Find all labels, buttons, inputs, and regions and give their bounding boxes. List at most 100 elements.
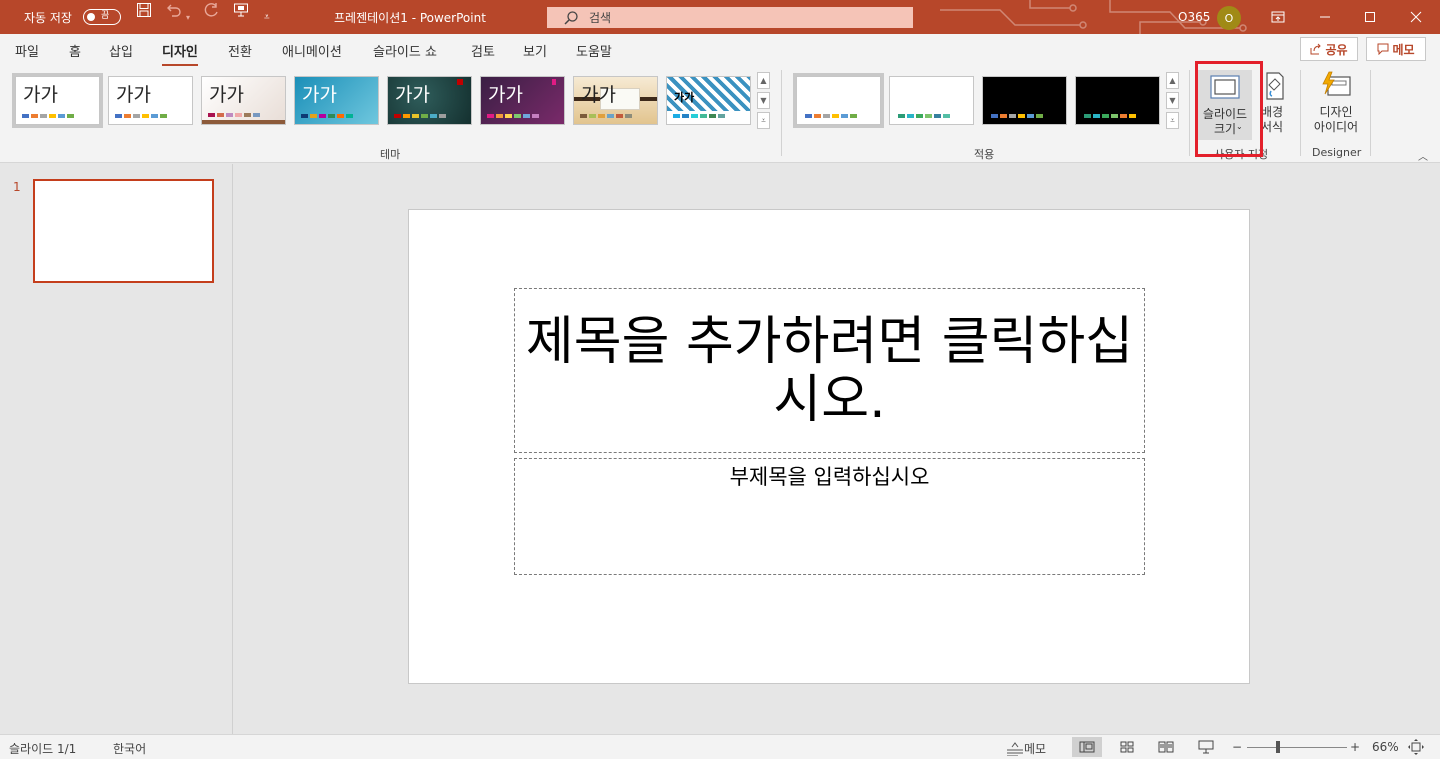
theme-sample-text: 가가 <box>674 91 695 104</box>
theme-dividend[interactable]: 가가 <box>387 76 472 125</box>
slide-thumbnail-pane: 1 <box>0 164 233 734</box>
reading-view-icon[interactable] <box>1151 737 1181 757</box>
share-icon <box>1310 43 1322 55</box>
theme-sample-text: 가가 <box>581 84 616 106</box>
fit-to-window-icon[interactable] <box>1403 737 1429 757</box>
slide[interactable]: 제목을 추가하려면 클릭하십시오. 부제목을 입력하십시오 <box>408 209 1250 684</box>
search-input[interactable]: 검색 <box>547 7 913 28</box>
group-separator <box>1300 70 1301 156</box>
undo-dropdown-icon[interactable]: ▾ <box>186 0 190 34</box>
collapse-ribbon-icon[interactable]: ︿ <box>1418 148 1428 163</box>
tab-slideshow[interactable]: 슬라이드 쇼 <box>373 41 437 60</box>
slide-size-highlight <box>1195 61 1263 157</box>
autosave-label: 자동 저장 <box>24 10 72 25</box>
tab-help[interactable]: 도움말 <box>576 41 612 60</box>
tab-file[interactable]: 파일 <box>15 41 39 60</box>
slide-number: 1 <box>13 180 21 194</box>
comments-button[interactable]: 메모 <box>1366 37 1426 61</box>
theme-sample-text: 가가 <box>488 84 523 106</box>
save-icon[interactable] <box>134 0 154 20</box>
theme-sample-text: 가가 <box>116 84 151 106</box>
variant-2[interactable] <box>889 76 974 125</box>
group-separator <box>1370 70 1371 156</box>
group-separator <box>781 70 782 156</box>
title-bar: 자동 저장 끔 ▾ ⩡ 프레젠테이션1 - PowerPoint 검색 O365… <box>0 0 1440 34</box>
theme-gallery-down-icon[interactable]: ▼ <box>757 92 770 109</box>
slide-sorter-view-icon[interactable] <box>1112 737 1142 757</box>
tab-design[interactable]: 디자인 <box>162 41 198 67</box>
variant-3[interactable] <box>982 76 1067 125</box>
close-icon[interactable] <box>1393 0 1439 34</box>
slide-thumbnail[interactable] <box>33 179 214 283</box>
group-separator <box>1189 70 1190 156</box>
comment-icon <box>1377 43 1389 55</box>
tab-view[interactable]: 보기 <box>523 41 547 60</box>
zoom-in-button[interactable]: + <box>1350 740 1360 754</box>
subtitle-placeholder[interactable]: 부제목을 입력하십시오 <box>514 458 1145 575</box>
design-ideas-button[interactable]: 디자인 아이디어 <box>1308 70 1364 135</box>
zoom-level[interactable]: 66% <box>1372 740 1399 754</box>
tab-insert[interactable]: 삽입 <box>109 41 133 60</box>
variants-group-label: 적용 <box>974 148 995 161</box>
avatar[interactable]: O <box>1217 6 1241 30</box>
theme-office[interactable]: 가가 <box>12 73 103 128</box>
variant-gallery-up-icon[interactable]: ▲ <box>1166 72 1179 89</box>
designer-group-label: Designer <box>1312 146 1362 159</box>
tab-review[interactable]: 검토 <box>471 41 495 60</box>
variant-1[interactable] <box>793 73 884 128</box>
ribbon-display-options-icon[interactable] <box>1255 0 1301 34</box>
normal-view-icon[interactable] <box>1072 737 1102 757</box>
autosave-toggle[interactable]: 끔 <box>83 9 121 25</box>
design-ideas-label: 디자인 <box>1319 105 1353 119</box>
notes-label: 메모 <box>1024 742 1047 756</box>
tab-transitions[interactable]: 전환 <box>228 41 252 60</box>
theme-office-2[interactable]: 가가 <box>108 76 193 125</box>
share-button[interactable]: 공유 <box>1300 37 1358 61</box>
document-title: 프레젠테이션1 - PowerPoint <box>334 10 486 25</box>
share-label: 공유 <box>1325 42 1348 57</box>
account-name[interactable]: O365 <box>1178 0 1210 34</box>
notes-icon <box>1007 741 1023 756</box>
format-background-label: 배경 <box>1260 105 1284 119</box>
design-ideas-icon <box>1320 70 1352 102</box>
status-bar: 슬라이드 1/1 한국어 메모 − + 66% <box>0 734 1440 759</box>
theme-pattern[interactable]: 가가 <box>666 76 751 125</box>
design-ideas-label-2: 아이디어 <box>1313 120 1359 134</box>
toggle-knob <box>87 12 95 21</box>
search-placeholder: 검색 <box>589 11 612 25</box>
zoom-out-button[interactable]: − <box>1232 740 1242 754</box>
language-indicator[interactable]: 한국어 <box>113 740 146 757</box>
variant-gallery-more-icon[interactable]: ⩡ <box>1166 112 1179 129</box>
maximize-icon[interactable] <box>1347 0 1393 34</box>
theme-berlin[interactable]: 가가 <box>480 76 565 125</box>
theme-gallery-up-icon[interactable]: ▲ <box>757 72 770 89</box>
theme-ion[interactable]: 가가 <box>294 76 379 125</box>
title-placeholder[interactable]: 제목을 추가하려면 클릭하십시오. <box>514 288 1145 453</box>
search-icon <box>564 10 578 25</box>
theme-sample-text: 가가 <box>302 84 337 106</box>
theme-sample-text: 가가 <box>23 84 58 106</box>
undo-icon[interactable] <box>164 0 184 20</box>
themes-group-label: 테마 <box>380 148 401 161</box>
notes-button[interactable]: 메모 <box>1006 740 1046 757</box>
tab-animations[interactable]: 애니메이션 <box>282 41 342 60</box>
format-background-label-2: 서식 <box>1260 120 1284 134</box>
theme-facet[interactable]: 가가 <box>201 76 286 125</box>
minimize-icon[interactable] <box>1302 0 1348 34</box>
variant-4[interactable] <box>1075 76 1160 125</box>
memo-label: 메모 <box>1392 42 1415 57</box>
redo-icon[interactable] <box>201 0 221 20</box>
tab-home[interactable]: 홈 <box>69 41 81 60</box>
autosave-state: 끔 <box>101 11 110 21</box>
theme-wood[interactable]: 가가 <box>573 76 658 125</box>
slideshow-view-icon[interactable] <box>1191 737 1221 757</box>
slide-counter: 슬라이드 1/1 <box>9 742 77 756</box>
zoom-slider-thumb[interactable] <box>1276 741 1280 753</box>
theme-gallery-more-icon[interactable]: ⩡ <box>757 112 770 129</box>
theme-sample-text: 가가 <box>395 84 430 106</box>
zoom-slider-track[interactable] <box>1247 747 1347 748</box>
present-from-start-icon[interactable] <box>231 0 251 20</box>
theme-sample-text: 가가 <box>209 84 244 106</box>
customize-qat-icon[interactable]: ⩡ <box>264 0 270 34</box>
variant-gallery-down-icon[interactable]: ▼ <box>1166 92 1179 109</box>
